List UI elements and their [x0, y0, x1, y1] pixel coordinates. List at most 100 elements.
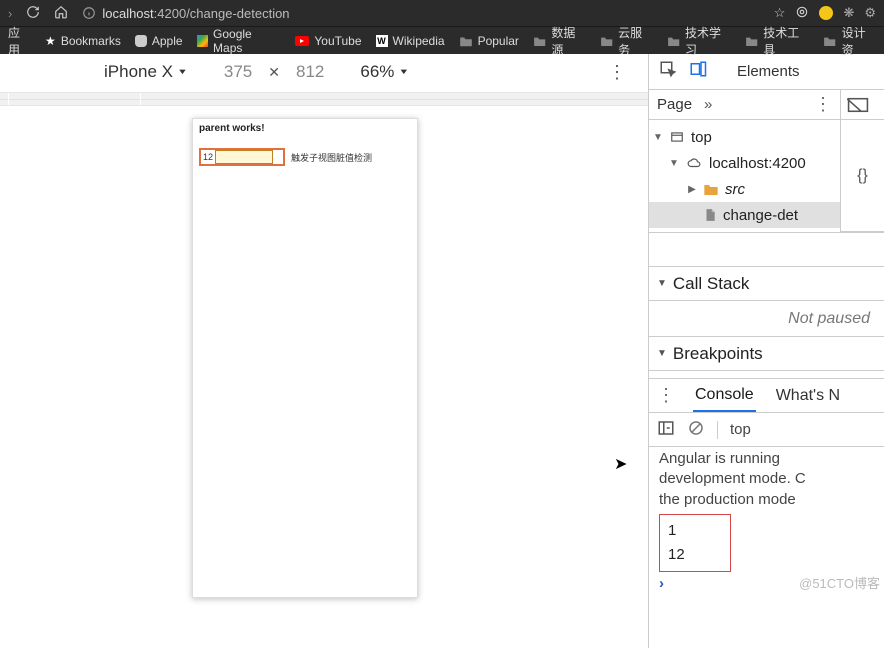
- app-heading: parent works!: [199, 123, 411, 134]
- device-width[interactable]: 375: [224, 62, 252, 82]
- device-name-label: iPhone X: [104, 62, 173, 82]
- bookmark-youtube[interactable]: YouTube: [295, 34, 361, 48]
- target-icon[interactable]: [795, 5, 809, 22]
- file-icon: [703, 207, 717, 223]
- bookmark-apps[interactable]: 应用: [8, 24, 31, 58]
- folder-icon: [459, 34, 473, 48]
- drawer-menu-icon[interactable]: ⋮: [657, 385, 675, 406]
- times-icon: ✕: [268, 64, 280, 81]
- console-line: Angular is running: [659, 449, 874, 469]
- tree-node-src[interactable]: ▶src: [649, 176, 840, 202]
- url-host: localhost: [102, 6, 153, 21]
- tree-node-host[interactable]: ▼localhost:4200: [649, 150, 840, 176]
- bookmark-apple[interactable]: Apple: [135, 34, 183, 48]
- panel-title: Call Stack: [673, 274, 750, 294]
- bookmark-label: Google Maps: [213, 27, 281, 55]
- inspect-icon[interactable]: [659, 60, 677, 83]
- bookmark-design[interactable]: 设计资: [823, 24, 876, 58]
- address-bar[interactable]: localhost:4200/change-detection: [82, 6, 289, 21]
- call-stack-body: Not paused: [649, 301, 884, 337]
- device-select[interactable]: iPhone X ▼: [104, 62, 188, 82]
- home-icon[interactable]: [54, 5, 68, 22]
- devtools-panel: Elements Page » ⋮ ▼top ▼localhost:4200 ▶…: [648, 54, 884, 648]
- apple-icon: [135, 35, 147, 47]
- nav-menu-icon[interactable]: ⋮: [814, 94, 832, 115]
- panel-title: Breakpoints: [673, 344, 763, 364]
- window-icon: [669, 130, 685, 144]
- tree-label: top: [691, 129, 712, 146]
- more-tabs-icon[interactable]: »: [704, 96, 712, 113]
- zoom-select[interactable]: 66% ▼: [360, 62, 409, 82]
- drawer-tabs: ⋮ Console What's N: [649, 379, 884, 413]
- tree-label: change-det: [723, 207, 798, 224]
- file-tree: ▼top ▼localhost:4200 ▶src change-det: [649, 120, 840, 232]
- reload-icon[interactable]: [26, 5, 40, 22]
- cloud-icon: [685, 156, 703, 170]
- console-output: Angular is running development mode. C t…: [649, 447, 884, 601]
- device-toolbar: iPhone X ▼ 375 ✕ 812 66% ▼ ⋮: [0, 54, 648, 90]
- folder-icon: [600, 34, 613, 48]
- bookmark-label: Apple: [152, 34, 183, 48]
- bookmark-bookmarks[interactable]: ★Bookmarks: [45, 34, 121, 48]
- extension2-icon[interactable]: ⚙: [864, 5, 876, 21]
- bookmark-label: 技术工具: [763, 24, 809, 58]
- trigger-button[interactable]: 触发子视图脏值检测: [291, 151, 372, 164]
- device-toggle-icon[interactable]: [689, 60, 707, 83]
- chevron-down-icon: ▼: [398, 68, 409, 76]
- tab-elements[interactable]: Elements: [737, 63, 800, 80]
- bookmark-label: Popular: [478, 34, 519, 48]
- braces-icon[interactable]: {}: [857, 167, 868, 185]
- circle-yellow-icon[interactable]: [819, 6, 833, 20]
- breakpoints-header[interactable]: ▼Breakpoints: [649, 337, 884, 371]
- url-path: :4200/change-detection: [154, 6, 290, 21]
- bookmarks-bar: 应用 ★Bookmarks Apple Google Maps YouTube …: [0, 26, 884, 54]
- status-text: Not paused: [788, 310, 870, 328]
- bookmark-datasource[interactable]: 数据源: [533, 24, 586, 58]
- clear-console-icon[interactable]: [687, 419, 705, 441]
- console-line: the production mode: [659, 490, 874, 510]
- folder-icon: [703, 182, 719, 196]
- youtube-icon: [295, 36, 309, 46]
- chevron-down-icon: ▼: [177, 68, 188, 76]
- tab-console[interactable]: Console: [693, 380, 756, 412]
- bookmark-label: Wikipedia: [393, 34, 445, 48]
- zoom-label: 66%: [360, 62, 394, 82]
- console-context[interactable]: top: [730, 421, 751, 438]
- bookmark-gmaps[interactable]: Google Maps: [197, 27, 282, 55]
- forward-icon[interactable]: ›: [8, 6, 12, 21]
- gmaps-icon: [197, 35, 208, 47]
- tab-whatsnew[interactable]: What's N: [774, 381, 842, 411]
- bookmark-label: 技术学习: [685, 24, 731, 58]
- bookmark-label: YouTube: [314, 34, 361, 48]
- folder-icon: [667, 34, 680, 48]
- folder-icon: [745, 34, 758, 48]
- bookmark-techtools[interactable]: 技术工具: [745, 24, 809, 58]
- extension-icon[interactable]: ❋: [843, 5, 854, 21]
- console-value: 1: [668, 519, 722, 543]
- bookmark-label: 应用: [8, 24, 31, 58]
- wiki-icon: W: [376, 35, 388, 47]
- device-height[interactable]: 812: [296, 62, 324, 82]
- bookmark-label: 云服务: [618, 24, 652, 58]
- star-icon[interactable]: ☆: [774, 5, 786, 21]
- console-toolbar: top: [649, 413, 884, 447]
- device-menu-icon[interactable]: ⋮: [608, 62, 626, 83]
- tab-page[interactable]: Page: [657, 96, 692, 113]
- call-stack-header[interactable]: ▼Call Stack: [649, 267, 884, 301]
- bookmark-wikipedia[interactable]: W Wikipedia: [376, 34, 445, 48]
- watermark: @51CTO博客: [799, 575, 880, 593]
- ruler-horizontal: [0, 92, 648, 106]
- bookmark-techstudy[interactable]: 技术学习: [667, 24, 731, 58]
- console-sidebar-icon[interactable]: [657, 419, 675, 441]
- bookmark-popular[interactable]: Popular: [459, 34, 519, 48]
- tree-label: src: [725, 181, 745, 198]
- side-panel-icon[interactable]: [847, 96, 869, 114]
- bookmark-cloud[interactable]: 云服务: [600, 24, 653, 58]
- tree-node-file[interactable]: change-det: [649, 202, 840, 228]
- debugger-controls: [649, 233, 884, 267]
- browser-toolbar: › localhost:4200/change-detection ☆ ❋ ⚙: [0, 0, 884, 26]
- folder-icon: [823, 34, 836, 48]
- tree-node-top[interactable]: ▼top: [649, 124, 840, 150]
- text-input[interactable]: [215, 150, 273, 164]
- bookmark-label: 设计资: [842, 24, 876, 58]
